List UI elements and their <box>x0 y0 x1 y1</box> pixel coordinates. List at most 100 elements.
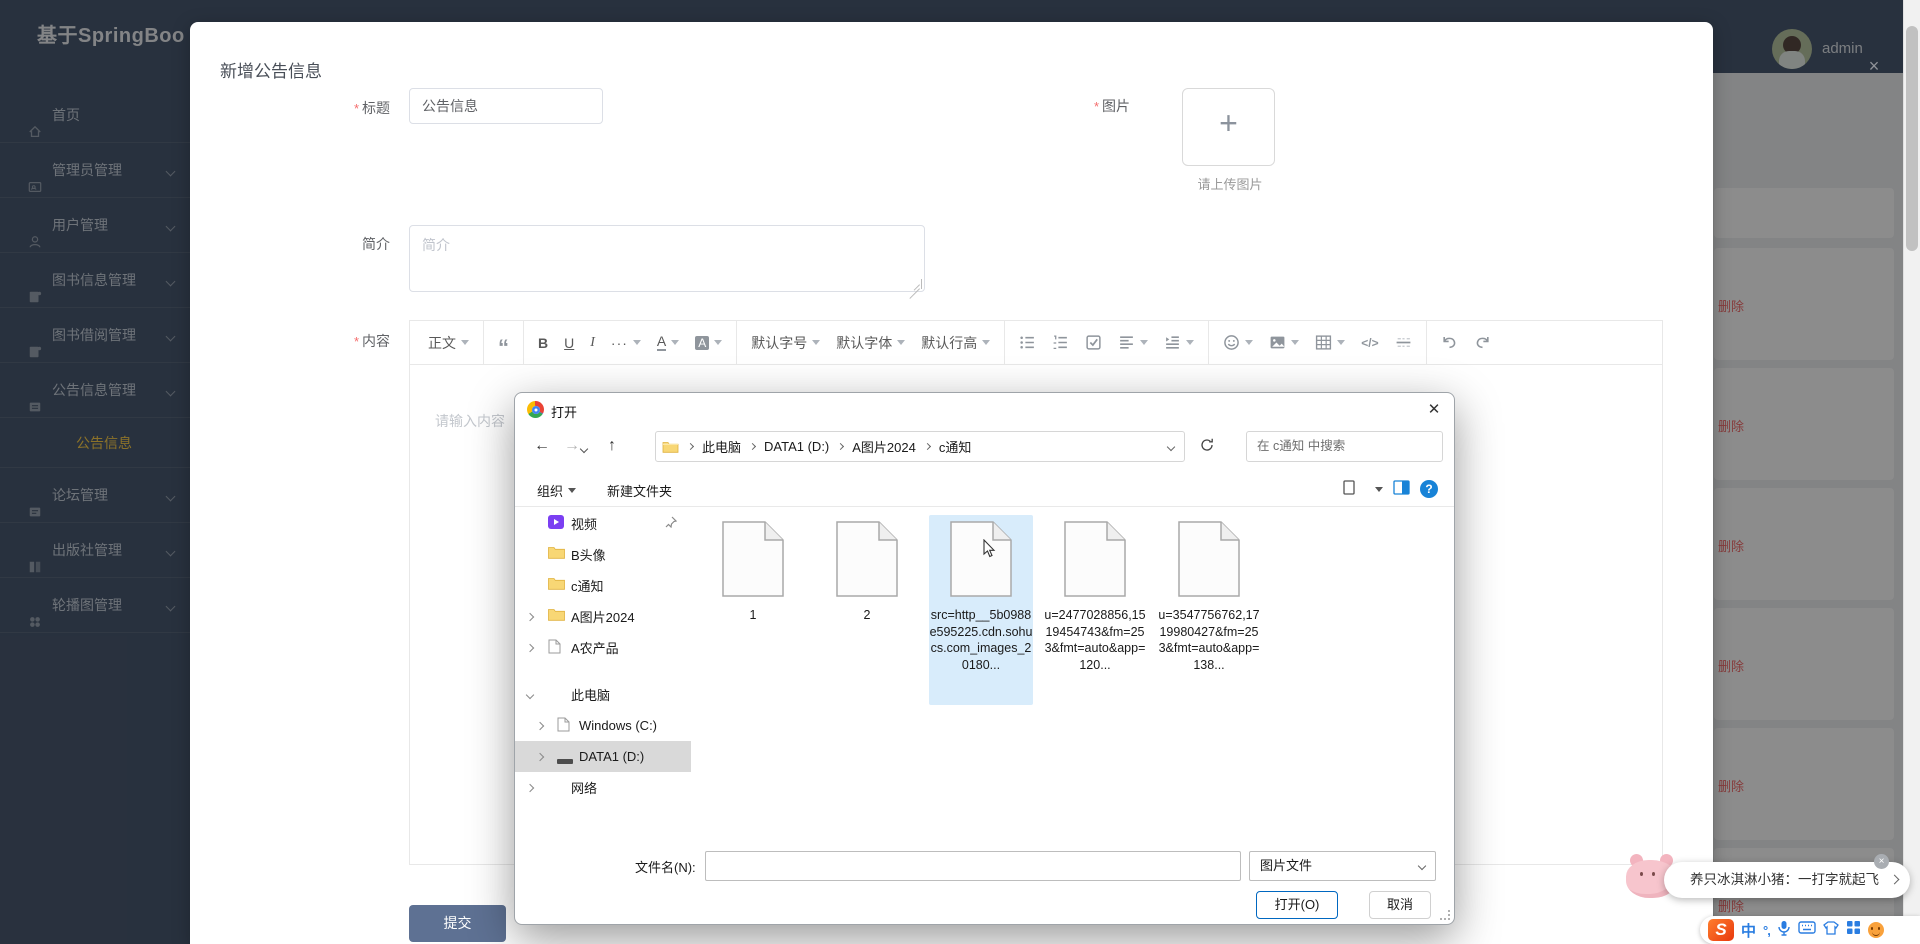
mic-icon[interactable] <box>1777 920 1791 941</box>
file-list: 1 2 src=http__5b0988e595225.cdn.sohucs.c… <box>701 515 1451 705</box>
back-button[interactable]: ← <box>529 433 555 459</box>
breadcrumb-segment[interactable]: c通知 <box>939 437 972 456</box>
search-input[interactable]: 在 c通知 中搜索 <box>1246 431 1443 462</box>
organize-button[interactable]: 组织 <box>537 481 576 500</box>
divider-button[interactable] <box>1387 328 1420 358</box>
nav-item-this-pc[interactable]: 此电脑 <box>515 679 691 710</box>
font-color-button[interactable]: A <box>649 328 687 358</box>
expand-chevron-icon[interactable] <box>526 612 534 620</box>
filetype-select[interactable]: 图片文件 <box>1249 851 1436 881</box>
paragraph-style-button[interactable]: 正文 <box>420 328 477 358</box>
sogou-logo-icon[interactable]: S <box>1708 919 1734 941</box>
content-placeholder[interactable]: 请输入内容 <box>435 411 505 431</box>
breadcrumb-segment[interactable]: DATA1 (D:) <box>764 439 829 454</box>
align-button[interactable] <box>1110 328 1156 358</box>
dialog-close-button[interactable]: ✕ <box>1420 397 1448 423</box>
italic-button[interactable]: I <box>582 328 603 358</box>
modal-title: 新增公告信息 <box>220 57 322 82</box>
mascot-bubble[interactable]: 养只冰淇淋小猪：一打字就起飞 <box>1664 862 1910 898</box>
scrollbar-thumb[interactable] <box>1906 26 1918 251</box>
blockquote-button[interactable]: “ <box>490 328 517 358</box>
file-item-hovered[interactable]: src=http__5b0988e595225.cdn.sohucs.com_i… <box>929 515 1033 705</box>
ordered-list-button[interactable] <box>1044 328 1077 358</box>
nav-item-windows-c[interactable]: Windows (C:) <box>515 710 691 741</box>
breadcrumb-chevron-icon <box>687 443 694 450</box>
expand-chevron-icon[interactable] <box>536 721 544 729</box>
open-button[interactable]: 打开(O) <box>1256 891 1338 919</box>
file-item[interactable]: 2 <box>815 515 919 705</box>
chrome-icon <box>527 401 544 418</box>
insert-table-button[interactable] <box>1307 328 1353 358</box>
insert-image-button[interactable] <box>1261 328 1307 358</box>
todo-list-button[interactable] <box>1077 328 1110 358</box>
emoji-button[interactable] <box>1215 328 1261 358</box>
nav-item-c-notice[interactable]: c通知 <box>515 570 691 601</box>
bg-color-button[interactable]: A <box>687 328 730 358</box>
expand-chevron-icon[interactable] <box>526 643 534 651</box>
up-button[interactable]: ↑ <box>599 433 625 459</box>
refresh-icon[interactable] <box>1199 437 1215 458</box>
ime-punct-toggle[interactable]: °, <box>1763 923 1770 938</box>
screen: 基于SpringBoo admin 首页 管理员管理 用户管理 图书信息管理 图… <box>0 0 1920 944</box>
view-mode-icon[interactable] <box>1343 480 1360 498</box>
editor-toolbar: 正文 “ B U I ··· A A 默认字号 默认字体 默认行高 <box>410 321 1662 365</box>
ime-lang-toggle[interactable]: 中 <box>1741 920 1756 941</box>
modal-close-icon[interactable]: × <box>1862 54 1886 78</box>
filename-input[interactable] <box>705 851 1241 881</box>
breadcrumb[interactable]: 此电脑 DATA1 (D:) A图片2024 c通知 <box>655 431 1185 462</box>
file-icon <box>836 521 898 597</box>
new-folder-button[interactable]: 新建文件夹 <box>607 481 672 500</box>
indent-button[interactable] <box>1156 328 1202 358</box>
image-upload-box[interactable]: + <box>1182 88 1275 166</box>
redo-button[interactable] <box>1466 328 1499 358</box>
title-input[interactable]: 公告信息 <box>409 88 603 124</box>
nav-item-b-avatar[interactable]: B头像 <box>515 539 691 570</box>
line-height-select[interactable]: 默认行高 <box>913 328 998 358</box>
keyboard-icon[interactable] <box>1798 921 1816 939</box>
undo-button[interactable] <box>1433 328 1466 358</box>
dialog-resize-grip[interactable] <box>1440 910 1450 920</box>
dialog-address-row: ← → ↑ 此电脑 DATA1 (D:) A图片2024 c通知 在 c通知 中… <box>515 427 1454 467</box>
drive-icon <box>557 717 570 735</box>
skin-icon[interactable] <box>1823 921 1839 940</box>
expand-chevron-icon[interactable] <box>536 752 544 760</box>
intro-textarea[interactable]: 简介 <box>409 225 925 292</box>
chevron-down-icon[interactable] <box>1375 487 1383 492</box>
chevron-right-icon[interactable] <box>1890 875 1900 885</box>
file-icon <box>1064 521 1126 597</box>
help-icon[interactable]: ? <box>1420 480 1438 498</box>
file-item[interactable]: u=3547756762,1719980427&fm=253&fmt=auto&… <box>1157 515 1261 705</box>
submit-button[interactable]: 提交 <box>409 905 506 942</box>
pin-icon <box>665 516 677 531</box>
nav-item-videos[interactable]: 视频 <box>515 508 691 539</box>
dialog-nav-pane: 视频 B头像 c通知 A图片2024 A农产品 <box>515 508 691 838</box>
chevron-down-icon <box>633 340 641 345</box>
toolbox-icon[interactable] <box>1846 920 1861 940</box>
bold-button[interactable]: B <box>530 328 556 358</box>
nav-item-a-farm[interactable]: A农产品 <box>515 632 691 663</box>
chevron-down-icon <box>982 340 990 345</box>
collapse-chevron-icon[interactable] <box>526 690 534 698</box>
emoji-icon[interactable] <box>1868 922 1884 938</box>
breadcrumb-chevron-icon <box>924 443 931 450</box>
file-item[interactable]: u=2477028856,1519454743&fm=253&fmt=auto&… <box>1043 515 1147 705</box>
code-button[interactable]: </> <box>1353 328 1386 358</box>
underline-button[interactable]: U <box>556 328 582 358</box>
preview-pane-icon[interactable] <box>1393 480 1410 498</box>
page-scrollbar[interactable] <box>1903 0 1920 944</box>
expand-chevron-icon[interactable] <box>526 783 534 791</box>
bubble-close-icon[interactable]: × <box>1874 854 1889 869</box>
cancel-button[interactable]: 取消 <box>1369 891 1431 919</box>
resize-grip-icon[interactable] <box>912 279 922 289</box>
nav-item-data1-d-selected[interactable]: DATA1 (D:) <box>515 741 691 772</box>
more-styles-button[interactable]: ··· <box>603 328 649 358</box>
font-size-select[interactable]: 默认字号 <box>743 328 828 358</box>
address-dropdown-icon[interactable] <box>1167 442 1175 450</box>
font-family-select[interactable]: 默认字体 <box>828 328 913 358</box>
nav-item-a-pics-2024[interactable]: A图片2024 <box>515 601 691 632</box>
bullet-list-button[interactable] <box>1011 328 1044 358</box>
breadcrumb-segment[interactable]: A图片2024 <box>852 437 916 456</box>
file-item[interactable]: 1 <box>701 515 805 705</box>
breadcrumb-segment[interactable]: 此电脑 <box>702 437 741 456</box>
nav-item-network[interactable]: 网络 <box>515 772 691 803</box>
